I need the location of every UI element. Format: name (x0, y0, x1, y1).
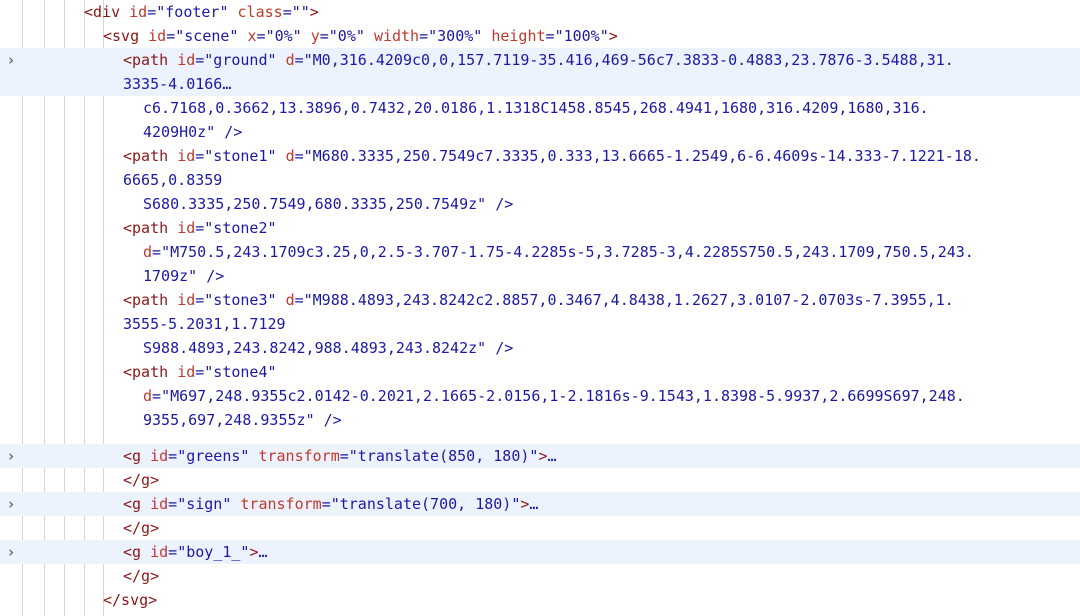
line-text: S988.4893,243.8242,988.4893,243.8242z" /… (143, 339, 514, 357)
dom-node-svg-close[interactable]: </svg> (0, 588, 1080, 612)
dom-node-path-stone1[interactable]: <path id="stone1" d="M680.3335,250.7549c… (0, 144, 1080, 168)
line-text: <path id="stone2" (123, 219, 277, 237)
dom-node-text[interactable]: 6665,0.8359 (0, 168, 1080, 192)
dom-node-path-stone2[interactable]: <path id="stone2" (0, 216, 1080, 240)
dom-node-g-sign[interactable]: › <g id="sign" transform="translate(700, … (0, 492, 1080, 516)
line-text: 1709z" /> (143, 267, 225, 285)
line-text: 4209H0z" /> (143, 123, 243, 141)
line-text: <path id="stone1" d="M680.3335,250.7549c… (123, 147, 981, 165)
line-text: d="M750.5,243.1709c3.25,0,2.5-3.707-1.75… (143, 243, 974, 261)
line-text: <g id="greens" transform="translate(850,… (123, 447, 557, 465)
dom-inspector-tree: <div id="footer" class=""> <svg id="scen… (0, 0, 1080, 616)
line-text: 6665,0.8359 (123, 171, 223, 189)
line-text: <g id="boy_1_">… (123, 543, 268, 561)
line-text: <path id="ground" d="M0,316.4209c0,0,157… (123, 51, 954, 69)
line-text: </g> (123, 471, 160, 489)
ellipsis-icon[interactable]: … (258, 543, 267, 561)
dom-node-svg-scene[interactable]: <svg id="scene" x="0%" y="0%" width="300… (0, 24, 1080, 48)
line-text: S680.3335,250.7549,680.3335,250.7549z" /… (143, 195, 514, 213)
dom-node-text[interactable]: d="M750.5,243.1709c3.25,0,2.5-3.707-1.75… (0, 240, 1080, 264)
dom-node-path-stone3[interactable]: <path id="stone3" d="M988.4893,243.8242c… (0, 288, 1080, 312)
dom-node-text[interactable]: d="M697,248.9355c2.0142-0.2021,2.1665-2.… (0, 384, 1080, 408)
dom-node-g-greens[interactable]: › <g id="greens" transform="translate(850… (0, 444, 1080, 468)
dom-node-text[interactable]: S988.4893,243.8242,988.4893,243.8242z" /… (0, 336, 1080, 360)
ellipsis-icon[interactable]: … (529, 495, 538, 513)
line-text: <svg id="scene" x="0%" y="0%" width="300… (103, 27, 618, 45)
line-text: </g> (123, 519, 160, 537)
line-text: <div id="footer" class=""> (84, 3, 319, 21)
line-text: d="M697,248.9355c2.0142-0.2021,2.1665-2.… (143, 387, 965, 405)
dom-node-text[interactable]: 1709z" /> (0, 264, 1080, 288)
dom-node-text[interactable]: S680.3335,250.7549,680.3335,250.7549z" /… (0, 192, 1080, 216)
dom-node-g-close[interactable]: </g> (0, 564, 1080, 588)
expand-arrow-icon[interactable]: › (4, 48, 18, 72)
dom-node-g-close[interactable]: </g> (0, 468, 1080, 492)
line-text: 9355,697,248.9355z" /> (143, 411, 342, 429)
line-text: 3335-4.0166… (123, 75, 232, 93)
line-text: c6.7168,0.3662,13.3896,0.7432,20.0186,1.… (143, 99, 929, 117)
dom-node-path-ground[interactable]: › <path id="ground" d="M0,316.4209c0,0,15… (0, 48, 1080, 72)
dom-node-path-stone4[interactable]: <path id="stone4" (0, 360, 1080, 384)
dom-node-text[interactable]: 3555-5.2031,1.7129 (0, 312, 1080, 336)
dom-node-text[interactable]: 4209H0z" /> (0, 120, 1080, 144)
line-text: </g> (123, 567, 160, 585)
line-text: 3555-5.2031,1.7129 (123, 315, 286, 333)
dom-node-g-boy[interactable]: › <g id="boy_1_">… (0, 540, 1080, 564)
expand-arrow-icon[interactable]: › (4, 444, 18, 468)
line-text: <path id="stone3" d="M988.4893,243.8242c… (123, 291, 954, 309)
line-text: </svg> (103, 591, 158, 609)
line-text: <path id="stone4" (123, 363, 277, 381)
ellipsis-icon[interactable]: … (222, 75, 231, 93)
expand-arrow-icon[interactable]: › (4, 492, 18, 516)
ellipsis-icon[interactable]: … (547, 447, 556, 465)
dom-node-path-ground-cont[interactable]: 3335-4.0166… (0, 72, 1080, 96)
line-text: <g id="sign" transform="translate(700, 1… (123, 495, 539, 513)
expand-arrow-icon[interactable]: › (4, 540, 18, 564)
dom-node-text[interactable]: 9355,697,248.9355z" /> (0, 408, 1080, 432)
dom-node-text[interactable]: c6.7168,0.3662,13.3896,0.7432,20.0186,1.… (0, 96, 1080, 120)
dom-node-div-footer[interactable]: <div id="footer" class=""> (0, 0, 1080, 24)
dom-node-g-close[interactable]: </g> (0, 516, 1080, 540)
